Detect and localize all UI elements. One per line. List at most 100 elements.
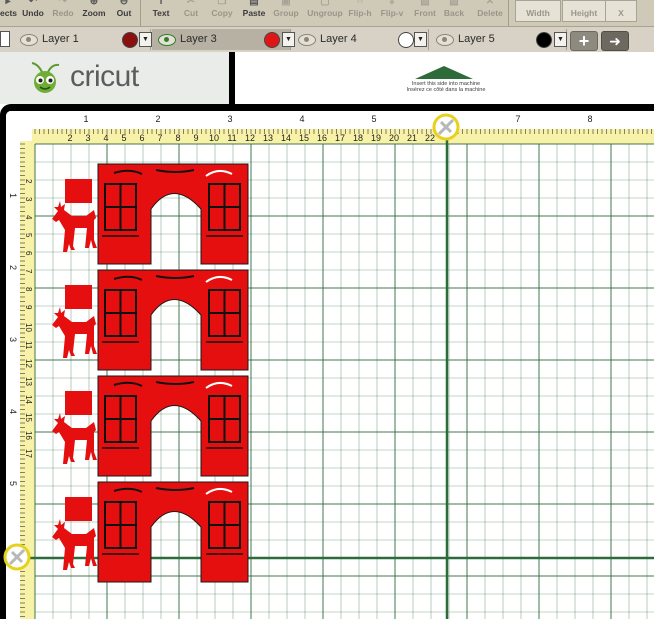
ruler-minor-label: 3 xyxy=(24,197,33,202)
send-to-back-button[interactable]: ▨ Back xyxy=(440,0,468,26)
layer-color-swatch[interactable] xyxy=(398,32,414,48)
tool-label: Flip-v xyxy=(380,8,404,18)
layer-tab[interactable]: Layer 1 ▼ xyxy=(14,29,152,50)
layer-tab[interactable]: Layer 5 ▼ xyxy=(430,29,567,50)
ruler-major-label: 3 xyxy=(227,114,232,124)
layer-color-swatch[interactable] xyxy=(536,32,552,48)
brand-name: cricut xyxy=(70,60,139,93)
red-square-shape[interactable] xyxy=(65,285,92,309)
red-square-shape[interactable] xyxy=(65,179,92,203)
layer-tab[interactable]: Layer 3 ▼ xyxy=(152,29,295,50)
ruler-minor-label: 19 xyxy=(371,133,381,143)
layer-name: Layer 3 xyxy=(180,33,217,45)
tool-label: Copy xyxy=(211,8,233,18)
arrow-right-icon: ➜ xyxy=(609,33,621,49)
tool-label: Ungroup xyxy=(307,8,343,18)
redo-button[interactable]: ↷ Redo xyxy=(51,0,75,26)
zoom-out-button[interactable]: ⊖ Out xyxy=(112,0,136,26)
field-label: Height xyxy=(570,8,598,18)
layer-bar: Layer 1 ▼ Layer 3 ▼ Layer 4 ▼ Layer 5 ▼ xyxy=(0,27,654,53)
reindeer-shape[interactable] xyxy=(52,519,97,570)
ruler-minor-label: 5 xyxy=(24,233,33,238)
ruler-major-label: 1 xyxy=(8,193,18,198)
ruler-minor-label: 6 xyxy=(24,251,33,256)
mat-resize-handle-icon[interactable] xyxy=(3,543,31,571)
mat-canvas[interactable]: 1234567823456789101112131415161718192021… xyxy=(6,111,654,619)
next-button[interactable]: ➜ xyxy=(601,31,629,51)
width-field[interactable]: Width xyxy=(515,0,561,22)
text-button[interactable]: T Text xyxy=(150,0,172,26)
copy-button[interactable]: ❐ Copy xyxy=(209,0,235,26)
insert-instruction: Insert this side into machine Insérez ce… xyxy=(406,81,486,93)
paste-button[interactable]: ▤ Paste xyxy=(241,0,267,26)
field-label: X xyxy=(618,8,624,18)
layer-color-dropdown[interactable]: ▼ xyxy=(139,32,152,47)
machine-feed-area: Insert this side into machine Insérez ce… xyxy=(235,52,654,104)
ruler-minor-label: 7 xyxy=(24,269,33,274)
layer-name: Layer 4 xyxy=(320,33,357,45)
zoom-in-button[interactable]: ⊕ Zoom xyxy=(80,0,108,26)
tool-label: Cut xyxy=(183,8,199,18)
eye-icon[interactable] xyxy=(298,34,316,46)
layer-tab[interactable]: Layer 4 ▼ xyxy=(292,29,429,50)
x-field[interactable]: X xyxy=(605,0,637,22)
cut-icon: ✂ xyxy=(186,0,196,7)
design-group[interactable] xyxy=(52,481,249,583)
layer-color-swatch[interactable] xyxy=(264,32,280,48)
reindeer-shape[interactable] xyxy=(52,307,97,358)
zoom-in-icon: ⊕ xyxy=(89,0,99,7)
field-label: Width xyxy=(526,8,550,18)
undo-button[interactable]: ↶ Undo xyxy=(20,0,46,26)
ruler-minor-label: 17 xyxy=(24,449,33,458)
eye-icon[interactable] xyxy=(158,34,176,46)
ruler-minor-label: 10 xyxy=(209,133,219,143)
ruler-minor-label: 15 xyxy=(24,413,33,422)
eye-icon[interactable] xyxy=(20,34,38,46)
ruler-minor-label: 18 xyxy=(353,133,363,143)
undo-icon: ↶ xyxy=(28,0,38,7)
layer-color-swatch[interactable] xyxy=(122,32,138,48)
height-field[interactable]: Height xyxy=(562,0,606,22)
flip-vertical-button[interactable]: ⇕ Flip-v xyxy=(378,0,406,26)
ruler-major-label: 5 xyxy=(8,481,18,486)
mat-resize-handle-icon[interactable] xyxy=(432,113,460,141)
add-layer-button[interactable]: + xyxy=(570,31,598,51)
ruler-minor-label: 9 xyxy=(193,133,198,143)
reindeer-shape[interactable] xyxy=(52,201,97,252)
cutting-mat[interactable]: 1234567823456789101112131415161718192021… xyxy=(6,111,654,619)
flip-horizontal-button[interactable]: ⇔ Flip-h xyxy=(347,0,373,26)
eye-icon[interactable] xyxy=(436,34,454,46)
cut-button[interactable]: ✂ Cut xyxy=(181,0,201,26)
main-toolbar: ▸ ects ↶ Undo ↷ Redo ⊕ Zoom ⊖ Out T Text ✂ Cut ❐ Copy ▤ P… xyxy=(0,0,654,27)
tool-label: Paste xyxy=(242,8,266,18)
plus-icon: + xyxy=(578,31,590,51)
ruler-minor-label: 14 xyxy=(24,395,33,404)
ruler-major-label: 4 xyxy=(8,409,18,414)
group-button[interactable]: ▣ Group xyxy=(272,0,300,26)
reindeer-shape[interactable] xyxy=(52,413,97,464)
delete-button[interactable]: ✕ Delete xyxy=(475,0,505,26)
toolbar-separator xyxy=(140,0,141,26)
ruler-minor-label: 4 xyxy=(24,215,33,220)
ruler-minor-label: 16 xyxy=(24,431,33,440)
ungroup-button[interactable]: ▢ Ungroup xyxy=(306,0,344,26)
ruler-major-label: 8 xyxy=(587,114,592,124)
ruler-minor-label: 11 xyxy=(227,133,236,143)
select-objects-button[interactable]: ▸ ects xyxy=(0,0,17,26)
ruler-minor-label: 20 xyxy=(389,133,399,143)
redo-icon: ↷ xyxy=(58,0,68,7)
tool-label: Out xyxy=(116,8,132,18)
bring-to-front-button[interactable]: ▧ Front xyxy=(412,0,438,26)
red-square-shape[interactable] xyxy=(65,391,92,415)
group-icon: ▣ xyxy=(281,0,291,7)
design-group[interactable] xyxy=(52,269,249,371)
ruler-major-label: 2 xyxy=(155,114,160,124)
ruler-minor-label: 12 xyxy=(24,359,33,368)
design-group[interactable] xyxy=(52,163,249,265)
design-group[interactable] xyxy=(52,375,249,477)
layer-color-dropdown[interactable]: ▼ xyxy=(414,32,427,47)
ruler-minor-label: 16 xyxy=(317,133,327,143)
layer-checkbox[interactable] xyxy=(0,31,10,47)
red-square-shape[interactable] xyxy=(65,497,92,521)
layer-color-dropdown[interactable]: ▼ xyxy=(554,32,567,47)
